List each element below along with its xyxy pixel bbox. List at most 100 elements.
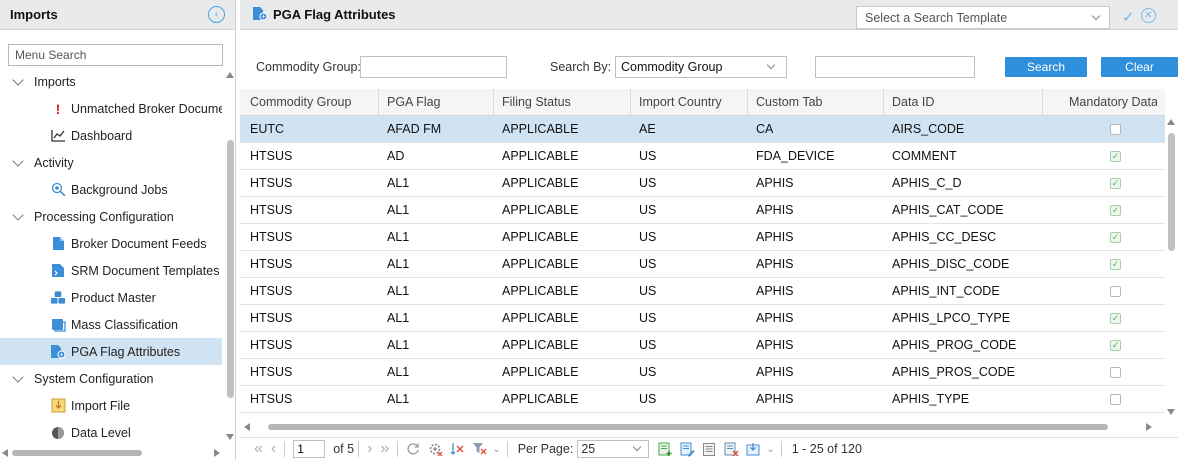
table-row[interactable]: HTSUS AL1 APPLICABLE US APHIS APHIS_PROS_CODE (240, 359, 1165, 386)
last-page-icon[interactable]: » (380, 441, 389, 457)
commodity-group-input[interactable] (360, 56, 507, 78)
grid-horizontal-scrollbar[interactable] (240, 420, 1165, 432)
mandatory-checkbox[interactable] (1110, 367, 1121, 378)
search-button[interactable]: Search (1005, 57, 1087, 77)
table-row[interactable]: HTSUS AL1 APPLICABLE US APHIS APHIS_LPCO_TYPE… (240, 305, 1165, 332)
gear-search-icon (50, 182, 66, 198)
table-cell: APPLICABLE (502, 230, 579, 244)
sidebar-item[interactable]: Import File (0, 392, 222, 419)
mandatory-checkbox[interactable]: ✓ (1110, 259, 1121, 270)
page-number-input[interactable] (293, 440, 326, 458)
filter-clear-icon[interactable] (471, 441, 487, 457)
refresh-icon[interactable] (405, 441, 421, 457)
sidebar-item[interactable]: PGA Flag Attributes (0, 338, 222, 365)
title-bar: PGA Flag Attributes Select a Search Temp… (240, 0, 1178, 30)
chevron-down-icon (766, 60, 776, 70)
mandatory-checkbox[interactable]: ✓ (1110, 151, 1121, 162)
table-cell: APPLICABLE (502, 257, 579, 271)
check-icon[interactable]: ✓ (1122, 8, 1135, 26)
table-row[interactable]: HTSUS AL1 APPLICABLE US APHIS APHIS_INT_CODE (240, 278, 1165, 305)
grid-vertical-scrollbar[interactable] (1166, 115, 1176, 415)
search-by-select[interactable]: Commodity Group (615, 56, 787, 78)
mandatory-checkbox[interactable] (1110, 394, 1121, 405)
chevron-down-icon[interactable]: ⌄ (766, 444, 774, 455)
delete-row-icon[interactable] (723, 441, 739, 457)
sidebar-item[interactable]: ! Unmatched Broker Documen (0, 95, 222, 122)
grid-hscroll-thumb[interactable] (268, 424, 1108, 430)
column-header[interactable]: Import Country (631, 89, 748, 116)
table-cell: APPLICABLE (502, 392, 579, 406)
table-cell: COMMENT (892, 149, 957, 163)
mandatory-checkbox[interactable] (1110, 124, 1121, 135)
column-header[interactable]: Mandatory Data (1043, 89, 1157, 116)
mandatory-checkbox[interactable]: ✓ (1110, 178, 1121, 189)
sort-clear-icon[interactable] (449, 441, 465, 457)
mandatory-checkbox[interactable]: ✓ (1110, 313, 1121, 324)
sidebar-group[interactable]: System Configuration (0, 365, 222, 392)
mandatory-checkbox[interactable]: ✓ (1110, 232, 1121, 243)
sidebar-scroll-thumb[interactable] (227, 140, 234, 398)
column-header[interactable]: PGA Flag (379, 89, 494, 116)
table-row[interactable]: HTSUS AL1 APPLICABLE US APHIS APHIS_CC_DESC ✓ (240, 224, 1165, 251)
sidebar-item[interactable]: Background Jobs (0, 176, 222, 203)
sidebar-item-label: Imports (34, 74, 76, 89)
cubes-icon (50, 290, 66, 306)
table-cell: AIRS_CODE (892, 122, 965, 136)
sidebar-group[interactable]: Processing Configuration (0, 203, 222, 230)
column-header[interactable]: Custom Tab (748, 89, 884, 116)
sidebar-item[interactable]: Product Master (0, 284, 222, 311)
clear-button[interactable]: Clear (1101, 57, 1178, 77)
grid-scroll-thumb[interactable] (1168, 133, 1175, 251)
data-level-icon (50, 425, 66, 441)
first-page-icon[interactable]: « (254, 441, 263, 457)
table-row[interactable]: HTSUS AD APPLICABLE US FDA_DEVICE COMMENT ✓ (240, 143, 1165, 170)
sidebar-group[interactable]: Imports (0, 70, 222, 95)
table-row[interactable]: HTSUS AL1 APPLICABLE US APHIS APHIS_C_D ✓ (240, 170, 1165, 197)
table-row[interactable]: HTSUS AL1 APPLICABLE US APHIS APHIS_PROG_CODE… (240, 332, 1165, 359)
sidebar-horizontal-scrollbar[interactable] (0, 446, 226, 458)
sidebar-item[interactable]: Dashboard (0, 122, 222, 149)
search-template-select[interactable]: Select a Search Template (856, 6, 1110, 29)
sidebar-item[interactable]: Broker Document Feeds (0, 230, 222, 257)
column-header[interactable]: Data ID (884, 89, 1043, 116)
sidebar-item[interactable]: Data Level (0, 419, 222, 442)
per-page-value: 25 (581, 442, 596, 456)
page-count-label: of 5 (333, 442, 355, 456)
table-cell: US (639, 365, 657, 379)
table-cell: APPLICABLE (502, 203, 579, 217)
import-file-icon (50, 398, 66, 414)
view-row-icon[interactable] (701, 441, 717, 457)
per-page-label: Per Page: (517, 442, 574, 456)
table-row[interactable]: HTSUS AL1 APPLICABLE US APHIS APHIS_TYPE (240, 386, 1165, 413)
menu-search-input[interactable] (8, 44, 223, 66)
mandatory-checkbox[interactable] (1110, 286, 1121, 297)
table-cell: APHIS_CC_DESC (892, 230, 997, 244)
table-row[interactable]: HTSUS AL1 APPLICABLE US APHIS APHIS_CAT_CODE ✓ (240, 197, 1165, 224)
close-circle-icon[interactable]: ✕ (1141, 8, 1156, 23)
next-page-icon[interactable]: › (367, 441, 372, 457)
mandatory-checkbox[interactable]: ✓ (1110, 205, 1121, 216)
table-cell: APHIS_DISC_CODE (892, 257, 1010, 271)
per-page-select[interactable]: 25 (577, 440, 650, 458)
table-row[interactable]: EUTC AFAD FM APPLICABLE AE CA AIRS_CODE (240, 116, 1165, 143)
export-icon[interactable] (745, 441, 761, 457)
prev-page-icon[interactable]: ‹ (271, 441, 276, 457)
table-row[interactable]: HTSUS AL1 APPLICABLE US APHIS APHIS_DISC_CODE… (240, 251, 1165, 278)
column-settings-icon[interactable] (427, 441, 443, 457)
table-cell: HTSUS (250, 284, 293, 298)
mandatory-checkbox[interactable]: ✓ (1110, 340, 1121, 351)
chevron-down-icon[interactable]: ⌄ (492, 444, 500, 455)
sidebar-vertical-scrollbar[interactable] (226, 70, 234, 442)
sidebar-item[interactable]: SRM Document Templates (0, 257, 222, 284)
add-row-icon[interactable] (657, 441, 673, 457)
collapse-sidebar-icon[interactable]: ‹ (208, 6, 225, 23)
search-text-input[interactable] (815, 56, 975, 78)
sidebar-group[interactable]: Activity (0, 149, 222, 176)
sidebar-hscroll-thumb[interactable] (12, 450, 142, 456)
table-cell: HTSUS (250, 392, 293, 406)
column-header[interactable]: Commodity Group (242, 89, 379, 116)
edit-row-icon[interactable] (679, 441, 695, 457)
table-cell: US (639, 338, 657, 352)
column-header[interactable]: Filing Status (494, 89, 631, 116)
sidebar-item[interactable]: Mass Classification (0, 311, 222, 338)
